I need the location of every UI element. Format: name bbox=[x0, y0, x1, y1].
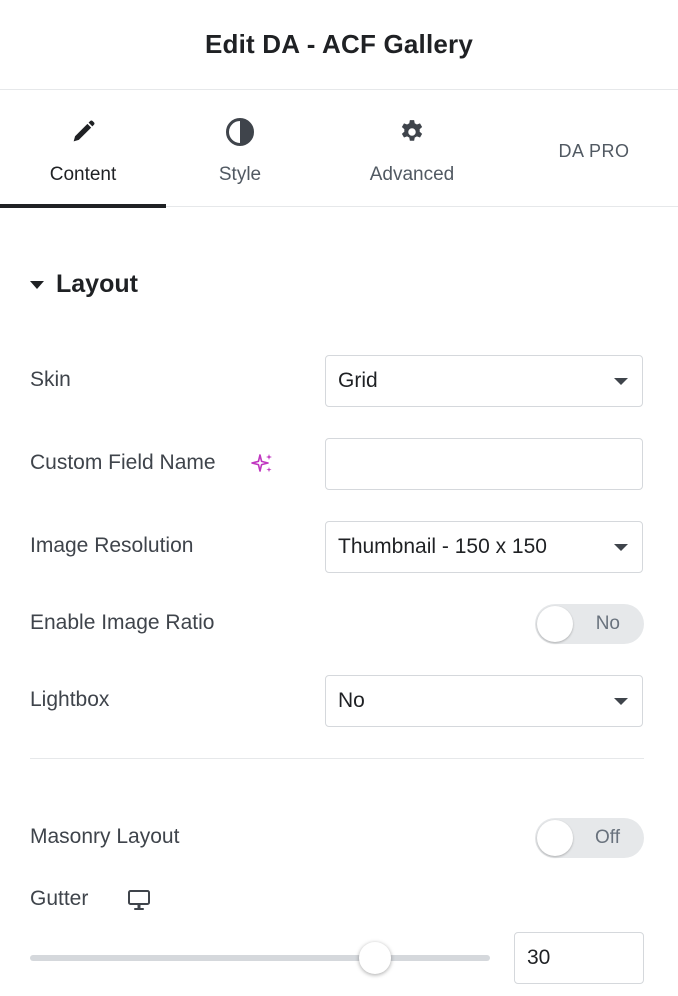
toggle-knob bbox=[537, 606, 573, 642]
pencil-icon bbox=[68, 117, 98, 147]
section-layout-toggle[interactable]: Layout bbox=[30, 270, 138, 299]
lightbox-value: No bbox=[338, 689, 365, 712]
custom-field-name-input[interactable] bbox=[325, 438, 643, 490]
chevron-down-icon bbox=[614, 378, 628, 385]
enable-image-ratio-toggle[interactable]: No bbox=[535, 604, 644, 644]
panel-header: Edit DA - ACF Gallery bbox=[0, 0, 678, 90]
gutter-slider-handle[interactable] bbox=[359, 942, 391, 974]
tab-style[interactable]: Style bbox=[166, 91, 314, 207]
image-resolution-select[interactable]: Thumbnail - 150 x 150 bbox=[325, 521, 643, 573]
image-resolution-value: Thumbnail - 150 x 150 bbox=[338, 535, 547, 558]
image-resolution-label: Image Resolution bbox=[30, 534, 194, 557]
gear-icon bbox=[397, 117, 427, 147]
divider bbox=[30, 758, 644, 759]
section-title: Layout bbox=[56, 270, 138, 298]
caret-down-icon bbox=[30, 280, 44, 289]
enable-image-ratio-label: Enable Image Ratio bbox=[30, 611, 215, 634]
chevron-down-icon bbox=[614, 544, 628, 551]
gutter-value: 30 bbox=[527, 946, 551, 969]
toggle-knob bbox=[537, 820, 573, 856]
lightbox-label: Lightbox bbox=[30, 688, 110, 711]
skin-label: Skin bbox=[30, 368, 71, 391]
chevron-down-icon bbox=[614, 698, 628, 705]
sparkle-icon[interactable] bbox=[250, 452, 274, 481]
tab-content[interactable]: Content bbox=[0, 91, 166, 208]
panel-tabs: Content Style Advanced DA PRO bbox=[0, 91, 678, 208]
skin-value: Grid bbox=[338, 369, 378, 392]
masonry-layout-label: Masonry Layout bbox=[30, 825, 180, 848]
tab-label: Content bbox=[49, 164, 117, 185]
tab-label: Style bbox=[218, 164, 262, 185]
skin-select[interactable]: Grid bbox=[325, 355, 643, 407]
custom-field-name-label: Custom Field Name bbox=[30, 451, 216, 474]
toggle-state: No bbox=[595, 613, 620, 634]
gutter-slider-track[interactable] bbox=[30, 955, 490, 961]
tab-advanced[interactable]: Advanced bbox=[314, 91, 510, 207]
toggle-state: Off bbox=[595, 827, 620, 848]
contrast-icon bbox=[225, 117, 255, 147]
desktop-icon[interactable] bbox=[127, 889, 151, 916]
panel-title: Edit DA - ACF Gallery bbox=[204, 29, 474, 59]
gutter-label: Gutter bbox=[30, 887, 89, 910]
masonry-layout-toggle[interactable]: Off bbox=[535, 818, 644, 858]
gutter-value-input[interactable]: 30 bbox=[514, 932, 644, 984]
tab-label: Advanced bbox=[369, 164, 455, 185]
tab-label: DA PRO bbox=[558, 141, 630, 161]
lightbox-select[interactable]: No bbox=[325, 675, 643, 727]
tab-da-pro[interactable]: DA PRO bbox=[510, 91, 678, 207]
